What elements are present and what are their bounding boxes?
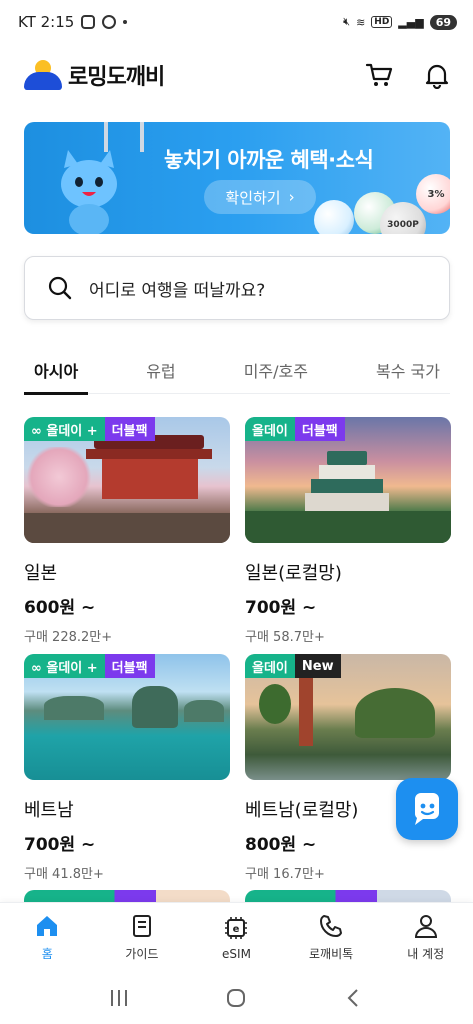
phone-icon (320, 915, 343, 937)
wifi-icon: ≋ (356, 15, 366, 29)
product-sold-count: 구매 41.8만+ (24, 867, 104, 882)
nav-label: 로깨비톡 (308, 947, 354, 961)
new-badge: New (294, 654, 341, 678)
points-ball-label: 3000P (387, 220, 419, 230)
doublepack-badge: 더블팩 (104, 417, 155, 441)
product-name: 베트남 (24, 800, 74, 821)
product-name: 일본 (24, 563, 58, 584)
app-header: 로밍도깨비 (0, 44, 473, 106)
cart-icon[interactable] (365, 61, 393, 89)
status-bar: KT 2:15 🔇︎ ≋ HD ▂▄▆ 69 (0, 0, 473, 44)
product-sold-count: 구매 16.7만+ (245, 867, 325, 882)
product-card-vietnam[interactable]: ∞ 올데이 + 더블팩 베트남 700원 ~ 구매 41.8만+ (24, 654, 230, 882)
allday-plus-badge: ∞ 올데이 + (24, 417, 105, 441)
search-icon (48, 276, 72, 300)
promo-banner[interactable]: 놓치기 아까운 혜택·소식 확인하기 › 3000P 3% (24, 122, 450, 234)
allday-plus-badge: ∞ 올데이 + (24, 654, 105, 678)
chatbot-icon (414, 793, 439, 825)
book-icon (132, 915, 151, 937)
product-price: 700원 ~ (245, 598, 317, 618)
nav-label: 홈 (41, 947, 53, 961)
hd-badge: HD (371, 16, 393, 28)
bell-icon[interactable] (423, 61, 451, 89)
product-card-japan-local[interactable]: 올데이 더블팩 일본(로컬망) 700원 ~ 구매 58.7만+ (245, 417, 451, 645)
home-icon (37, 916, 58, 936)
esim-icon: e (225, 916, 248, 939)
back-icon[interactable] (343, 987, 365, 1009)
tab-asia[interactable]: 아시아 (24, 346, 89, 395)
points-ball-icon: 3000P (380, 202, 426, 234)
chat-button[interactable] (396, 778, 458, 840)
logo-mark-icon (24, 60, 62, 90)
logo-text: 로밍도깨비 (68, 65, 165, 90)
messenger-icon (102, 15, 117, 29)
product-price: 600원 ~ (24, 598, 96, 618)
doublepack-badge: 더블팩 (294, 417, 345, 441)
region-tabs: 아시아 유럽 미주/호주 복수 국가 (24, 346, 450, 395)
nav-label: 내 계정 (407, 947, 445, 961)
carrier-time: KT 2:15 (18, 13, 75, 31)
allday-badge: 올데이 (245, 654, 295, 678)
product-name: 일본(로컬망) (245, 563, 342, 584)
nav-esim[interactable]: e eSIM (196, 915, 276, 961)
product-sold-count: 구매 228.2만+ (24, 630, 113, 645)
allday-badge: 올데이 (245, 417, 295, 441)
battery-indicator: 69 (429, 14, 457, 30)
doublepack-badge: 더블팩 (104, 654, 155, 678)
svg-text:e: e (233, 924, 240, 935)
recent-apps-icon[interactable] (108, 987, 130, 1009)
app-logo[interactable]: 로밍도깨비 (24, 59, 165, 91)
percent-ball-icon: 3% (416, 174, 450, 214)
nav-account[interactable]: 내 계정 (386, 913, 466, 962)
tab-europe[interactable]: 유럽 (136, 346, 185, 394)
product-price: 700원 ~ (24, 835, 96, 855)
nav-label: eSIM (222, 946, 251, 961)
tab-multi-country[interactable]: 복수 국가 (366, 346, 450, 394)
product-card-peek[interactable] (24, 890, 230, 902)
signal-icon: ▂▄▆ (398, 15, 424, 29)
product-card-peek[interactable] (245, 890, 451, 902)
notification-dot-icon (123, 20, 128, 24)
banner-cta-button[interactable]: 확인하기 › (204, 180, 316, 214)
nav-label: 가이드 (125, 947, 159, 961)
home-button-icon[interactable] (225, 987, 247, 1009)
banner-title: 놓치기 아까운 혜택·소식 (164, 148, 374, 172)
product-image: ∞ 올데이 + 더블팩 (24, 654, 230, 780)
mute-icon: 🔇︎ (343, 15, 351, 28)
capsule-ball-icon (314, 200, 354, 234)
system-navigation (0, 972, 473, 1024)
percent-ball-label: 3% (427, 188, 445, 200)
user-icon (414, 915, 437, 938)
mascot-icon (61, 150, 117, 234)
banner-cta-label: 확인하기 (225, 188, 281, 207)
product-image: 올데이 더블팩 (245, 417, 451, 543)
product-card-vietnam-local[interactable]: 올데이 New 베트남(로컬망) 800원 ~ 구매 16.7만+ (245, 654, 451, 882)
screenshot-icon (81, 15, 96, 29)
search-placeholder: 어디로 여행을 떠날까요? (89, 280, 266, 301)
product-image: 올데이 New (245, 654, 451, 780)
product-card-japan[interactable]: ∞ 올데이 + 더블팩 일본 600원 ~ 구매 228.2만+ (24, 417, 230, 645)
search-bar[interactable]: 어디로 여행을 떠날까요? (24, 256, 450, 320)
product-sold-count: 구매 58.7만+ (245, 630, 325, 645)
bottom-navigation: 홈 가이드 e eSIM 로깨비톡 내 계정 (0, 902, 473, 972)
nav-talk[interactable]: 로깨비톡 (291, 913, 371, 962)
chevron-right-icon: › (288, 188, 295, 206)
tab-americas-oceania[interactable]: 미주/호주 (234, 346, 318, 394)
product-image: ∞ 올데이 + 더블팩 (24, 417, 230, 543)
nav-home[interactable]: 홈 (7, 913, 87, 962)
nav-guide[interactable]: 가이드 (102, 913, 182, 962)
